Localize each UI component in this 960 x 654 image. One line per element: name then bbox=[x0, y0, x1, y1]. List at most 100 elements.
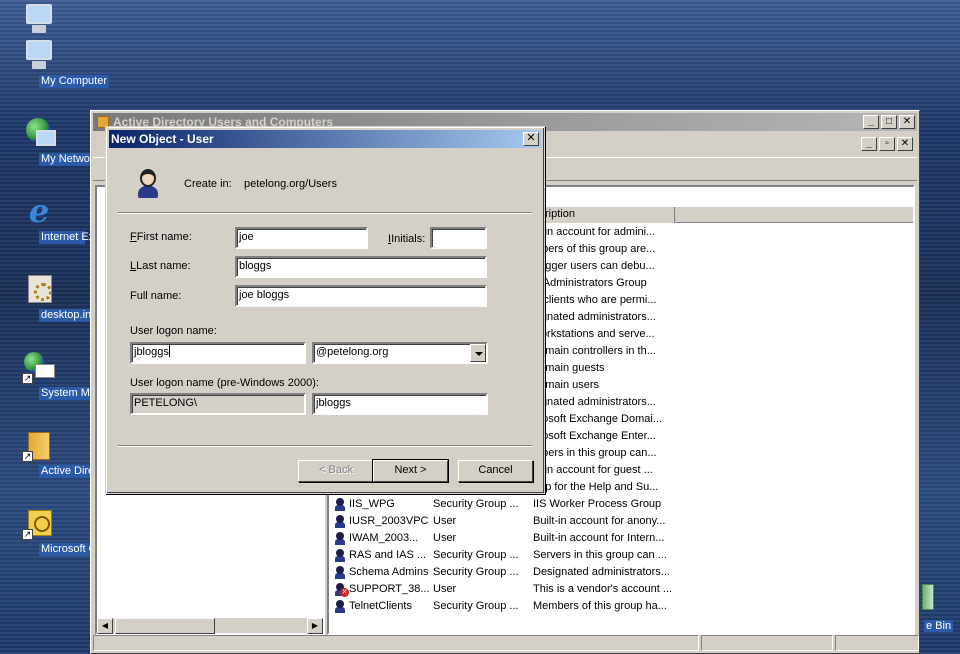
last-name-label: LLast name: bbox=[130, 260, 191, 272]
horizontal-scrollbar[interactable]: ◀ ▶ bbox=[97, 617, 323, 634]
user-icon bbox=[333, 532, 347, 545]
user-icon bbox=[333, 498, 347, 511]
computer-icon bbox=[22, 2, 56, 33]
close-icon[interactable]: ✕ bbox=[523, 132, 539, 146]
system-manager-icon: ↗ bbox=[22, 350, 56, 384]
list-item-description: mbers in this group can... bbox=[533, 447, 657, 459]
desktop-icon-my-computer[interactable]: My Computer bbox=[0, 38, 110, 88]
mdi-close-button[interactable]: ✕ bbox=[897, 137, 913, 151]
pre2000-label: User logon name (pre-Windows 2000): bbox=[130, 377, 319, 389]
dialog-title: New Object - User bbox=[111, 132, 214, 146]
desktop-icon-top-computer[interactable] bbox=[0, 2, 78, 35]
list-item-description: S clients who are permi... bbox=[533, 294, 657, 306]
desktop-icon-outlook[interactable]: ↗ Microsoft Office Outlook 2003 bbox=[0, 506, 186, 556]
table-row[interactable]: RAS and IAS ... Security Group ... Servers… bbox=[329, 547, 913, 564]
status-cell bbox=[93, 635, 699, 651]
table-row[interactable]: IIS_WPG Security Group ... IIS Worker Proc… bbox=[329, 496, 913, 513]
column-header-description[interactable]: scription bbox=[529, 207, 675, 223]
list-item-description: Built-in account for anony... bbox=[533, 515, 666, 527]
list-item-description: signated administrators... bbox=[533, 396, 656, 408]
list-item-description: domain controllers in th... bbox=[533, 345, 656, 357]
list-item-description: S Administrators Group bbox=[533, 277, 647, 289]
desktop-icon-active-directory[interactable]: ↗ Active Directory Us... bbox=[0, 428, 144, 478]
desktop-icon-system-manager[interactable]: ↗ System Manager bbox=[0, 350, 124, 400]
active-directory-icon: ↗ bbox=[22, 428, 56, 462]
table-row[interactable]: TelnetClients Security Group ... Members o… bbox=[329, 598, 913, 615]
list-item-type: Security Group ... bbox=[433, 566, 519, 578]
mdi-minimize-button[interactable]: _ bbox=[861, 137, 877, 151]
network-places-icon bbox=[22, 116, 56, 150]
list-item-type: User bbox=[433, 532, 457, 544]
scroll-left-button[interactable]: ◀ bbox=[97, 618, 113, 634]
user-icon bbox=[333, 549, 347, 562]
list-item-description: Servers in this group can ... bbox=[533, 549, 667, 561]
minimize-button[interactable]: _ bbox=[863, 115, 879, 129]
desktop-icon-my-network-places[interactable]: My Network Places bbox=[0, 116, 135, 166]
list-item-description: bugger users can debu... bbox=[533, 260, 655, 272]
pre2000-domain-field: PETELONG\ bbox=[130, 393, 306, 415]
list-item-type: Security Group ... bbox=[433, 549, 519, 561]
list-item-description: signated administrators... bbox=[533, 311, 656, 323]
recycle-bin-icon[interactable] bbox=[922, 584, 934, 610]
scroll-thumb[interactable] bbox=[115, 618, 215, 634]
logon-name-field[interactable]: jbloggs bbox=[130, 342, 306, 364]
shortcut-arrow-icon: ↗ bbox=[22, 529, 33, 540]
upn-suffix-dropdown[interactable]: @petelong.org bbox=[312, 342, 488, 364]
desktop-icon-desktop-ini[interactable]: desktop.ini bbox=[0, 272, 96, 322]
list-item-description: mbers of this group are... bbox=[533, 243, 656, 255]
settings-file-icon bbox=[22, 272, 56, 306]
dialog-titlebar[interactable]: New Object - User ✕ bbox=[109, 130, 541, 148]
desktop-icon-label: System Manager bbox=[39, 387, 125, 400]
list-item-type: Security Group ... bbox=[433, 498, 519, 510]
back-button[interactable]: < Back bbox=[298, 460, 374, 482]
create-in-value: petelong.org/Users bbox=[244, 178, 337, 190]
logon-name-label: User logon name: bbox=[130, 325, 217, 337]
separator bbox=[118, 445, 532, 447]
user-icon bbox=[333, 515, 347, 528]
desktop-icon-internet-explorer[interactable]: e Internet Explorer bbox=[0, 192, 122, 244]
initials-field[interactable] bbox=[430, 227, 487, 249]
table-row[interactable]: Schema Admins Security Group ... Designate… bbox=[329, 564, 913, 581]
status-bar bbox=[93, 635, 919, 651]
outlook-icon: ↗ bbox=[22, 506, 56, 540]
list-item-description: oup for the Help and Su... bbox=[533, 481, 659, 493]
list-item-description: ilt-in account for guest ... bbox=[533, 464, 653, 476]
pre2000-logon-field[interactable]: jbloggs bbox=[312, 393, 488, 415]
list-item-name: Schema Admins bbox=[349, 566, 429, 578]
chevron-down-icon[interactable] bbox=[470, 344, 486, 362]
text-caret bbox=[168, 344, 170, 357]
mdi-restore-button[interactable]: ▫ bbox=[879, 137, 895, 151]
create-in-label: Create in: bbox=[184, 178, 232, 190]
desktop-icon-label: My Computer bbox=[39, 75, 110, 88]
list-item-description: Designated administrators... bbox=[533, 566, 670, 578]
list-item-name: IUSR_2003VPC bbox=[349, 515, 429, 527]
maximize-button[interactable]: □ bbox=[881, 115, 897, 129]
cancel-button[interactable]: Cancel bbox=[458, 460, 533, 482]
new-object-user-dialog: New Object - User ✕ Create in: petelong.… bbox=[105, 126, 545, 494]
table-row[interactable]: ✕ SUPPORT_38... User This is a vendor's acc… bbox=[329, 581, 913, 598]
desktop-icon-label: desktop.ini bbox=[39, 309, 96, 322]
next-button[interactable]: Next > bbox=[372, 459, 449, 483]
table-row[interactable]: IUSR_2003VPC User Built-in account for ano… bbox=[329, 513, 913, 530]
list-item-name: TelnetClients bbox=[349, 600, 412, 612]
scroll-right-button[interactable]: ▶ bbox=[307, 618, 323, 634]
close-button[interactable]: ✕ bbox=[899, 115, 915, 129]
list-item-description: crosoft Exchange Enter... bbox=[533, 430, 656, 442]
status-cell bbox=[701, 635, 833, 651]
disabled-user-icon: ✕ bbox=[333, 583, 349, 597]
user-icon bbox=[333, 600, 347, 613]
full-name-label: Full name: bbox=[130, 290, 182, 302]
first-name-field[interactable]: joe bbox=[235, 227, 368, 249]
list-item-description: crosoft Exchange Domai... bbox=[533, 413, 663, 425]
list-item-name: SUPPORT_38... bbox=[349, 583, 430, 595]
list-item-type: User bbox=[433, 515, 457, 527]
list-item-description: This is a vendor's account ... bbox=[533, 583, 673, 595]
full-name-field[interactable]: joe bloggs bbox=[235, 285, 487, 307]
table-row[interactable]: IWAM_2003... User Built-in account for Int… bbox=[329, 530, 913, 547]
recycle-bin-label: e Bin bbox=[924, 620, 954, 632]
shortcut-arrow-icon: ↗ bbox=[22, 373, 33, 384]
internet-explorer-icon: e bbox=[28, 192, 50, 230]
last-name-field[interactable]: bloggs bbox=[235, 256, 487, 278]
user-icon bbox=[136, 169, 160, 199]
list-item-type: Security Group ... bbox=[433, 600, 519, 612]
